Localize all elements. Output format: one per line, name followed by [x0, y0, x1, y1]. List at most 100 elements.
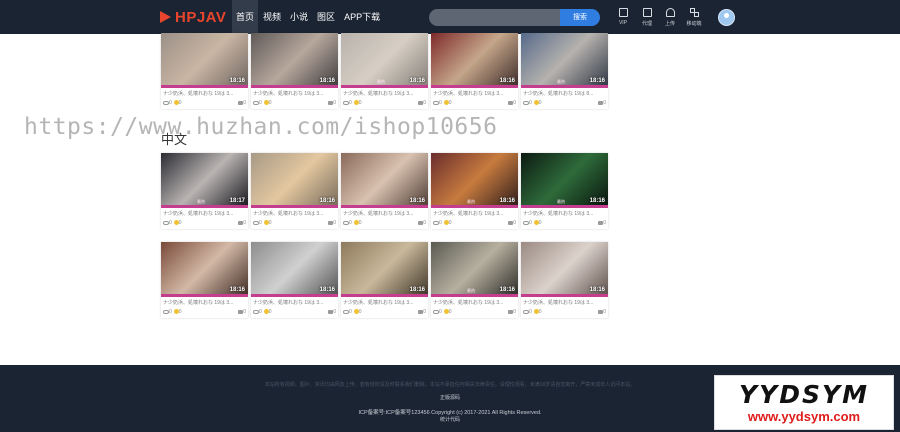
video-title[interactable]: ナ少奶浜、処壊れおな 19は 8...	[523, 90, 606, 97]
video-thumbnail[interactable]: 最热 18:17	[161, 153, 248, 208]
video-title[interactable]: ナ少奶浜、処壊れおな 19は 3...	[523, 299, 606, 306]
user-avatar[interactable]	[718, 9, 735, 26]
like-group[interactable]: 0	[598, 220, 606, 226]
video-card[interactable]: 最热 18:16 ナ少奶浜、処壊れおな 19は 8... 0 0 0	[521, 33, 608, 109]
coin-count: 0	[538, 220, 542, 226]
coin-count: 0	[178, 220, 182, 226]
like-count: 0	[243, 100, 246, 106]
coin-count: 0	[178, 309, 182, 315]
video-thumbnail[interactable]: 最热 18:16	[431, 153, 518, 208]
video-thumbnail[interactable]: 18:16	[161, 242, 248, 297]
video-card[interactable]: 18:16 ナ少奶浜、処壊れおな 19は 3... 0 0 0	[341, 242, 428, 318]
video-title[interactable]: ナ少奶浜、処壊れおな 19は 3...	[523, 210, 606, 217]
like-group[interactable]: 0	[238, 309, 246, 315]
video-card[interactable]: 18:16 ナ少奶浜、処壊れおな 19は 3... 0 0 0	[251, 33, 338, 109]
like-group[interactable]: 0	[328, 309, 336, 315]
video-card[interactable]: 18:16 ナ少奶浜、処壊れおな 19は 3... 0 0 0	[251, 242, 338, 318]
video-title[interactable]: ナ少奶浜、処壊れおな 19は 3...	[433, 299, 516, 306]
like-group[interactable]: 0	[598, 309, 606, 315]
video-meta: 000	[163, 220, 246, 227]
video-card[interactable]: 最热 18:16 ナ少奶浜、処壊れおな 19は 3... 0 0 0	[431, 153, 518, 229]
video-thumbnail[interactable]: 18:16	[341, 242, 428, 297]
video-duration: 18:16	[409, 78, 425, 84]
vip-button[interactable]: VIP	[612, 8, 634, 26]
like-group[interactable]: 0	[508, 220, 516, 226]
search-button[interactable]: 搜索	[560, 9, 600, 26]
video-title[interactable]: ナ少奶浜、処壊れおな 19は 3...	[343, 90, 426, 97]
video-title[interactable]: ナ少奶浜、処壊れおな 19は 3...	[343, 210, 426, 217]
video-thumbnail[interactable]: 18:16	[431, 33, 518, 88]
video-card[interactable]: 18:16 ナ少奶浜、処壊れおな 19は 3... 0 0 0	[521, 242, 608, 318]
mobile-button[interactable]: 移动端	[683, 8, 705, 27]
video-thumbnail[interactable]: 18:16	[251, 153, 338, 208]
like-group[interactable]: 0	[238, 100, 246, 106]
search-input[interactable]	[429, 9, 562, 26]
thumbnail-stripe	[251, 294, 338, 297]
hot-badge: 最热	[467, 199, 475, 204]
video-title[interactable]: ナ少奶浜、処壊れおな 19は 3...	[433, 210, 516, 217]
video-thumbnail[interactable]: 18:16	[341, 153, 428, 208]
video-title[interactable]: ナ少奶浜、処壊れおな 19は 3...	[433, 90, 516, 97]
video-thumbnail[interactable]: 最热 18:16	[341, 33, 428, 88]
video-thumbnail[interactable]: 最热 18:16	[431, 242, 518, 297]
view-count: 0	[169, 100, 172, 106]
agent-label: 代理	[641, 21, 652, 27]
video-duration: 18:16	[409, 198, 425, 204]
video-row: 最热 18:17 ナ少奶浜、処壊れおな 19は 3... 0 0 0 18:16 ナ少奶浜、処…	[161, 153, 608, 229]
nav-app-download[interactable]: APP下载	[340, 0, 384, 34]
like-group[interactable]: 0	[238, 220, 246, 226]
nav-novels[interactable]: 小说	[286, 0, 312, 34]
video-meta: 000	[343, 100, 426, 107]
video-card[interactable]: 最热 18:16 ナ少奶浜、処壊れおな 19は 3... 0 0 0	[521, 153, 608, 229]
video-meta: 000	[163, 100, 246, 107]
view-count: 0	[529, 100, 532, 106]
like-group[interactable]: 0	[328, 220, 336, 226]
like-group[interactable]: 0	[418, 100, 426, 106]
upload-button[interactable]: 上传	[659, 8, 681, 27]
video-title[interactable]: ナ少奶浜、処壊れおな 19は 3...	[163, 299, 246, 306]
view-count: 0	[259, 220, 262, 226]
view-count: 0	[349, 100, 352, 106]
like-group[interactable]: 0	[418, 220, 426, 226]
like-count: 0	[423, 100, 426, 106]
video-card[interactable]: 最热 18:16 ナ少奶浜、処壊れおな 19は 3... 0 0 0	[341, 33, 428, 109]
like-group[interactable]: 0	[328, 100, 336, 106]
video-title[interactable]: ナ少奶浜、処壊れおな 19は 3...	[163, 90, 246, 97]
video-thumbnail[interactable]: 18:16	[161, 33, 248, 88]
video-card[interactable]: 18:16 ナ少奶浜、処壊れおな 19は 3... 0 0 0	[431, 33, 518, 109]
video-thumbnail[interactable]: 18:16	[251, 33, 338, 88]
video-thumbnail[interactable]: 最热 18:16	[521, 153, 608, 208]
thumbnail-stripe	[521, 85, 608, 88]
video-duration: 18:17	[229, 198, 245, 204]
like-group[interactable]: 0	[508, 309, 516, 315]
video-card[interactable]: 18:16 ナ少奶浜、処壊れおな 19は 3... 0 0 0	[251, 153, 338, 229]
agent-button[interactable]: 代理	[636, 8, 658, 27]
video-title[interactable]: ナ少奶浜、処壊れおな 19は 3...	[253, 210, 336, 217]
video-thumbnail[interactable]: 18:16	[521, 242, 608, 297]
video-card[interactable]: 18:16 ナ少奶浜、処壊れおな 19は 3... 0 0 0	[161, 33, 248, 109]
like-count: 0	[333, 220, 336, 226]
like-group[interactable]: 0	[418, 309, 426, 315]
video-card[interactable]: 最热 18:17 ナ少奶浜、処壊れおな 19は 3... 0 0 0	[161, 153, 248, 229]
video-title[interactable]: ナ少奶浜、処壊れおな 19は 3...	[253, 90, 336, 97]
video-card[interactable]: 18:16 ナ少奶浜、処壊れおな 19は 3... 0 0 0	[161, 242, 248, 318]
like-group[interactable]: 0	[598, 100, 606, 106]
video-thumbnail[interactable]: 最热 18:16	[521, 33, 608, 88]
site-logo[interactable]: HPJAV	[160, 9, 226, 26]
like-count: 0	[513, 100, 516, 106]
video-card[interactable]: 18:16 ナ少奶浜、処壊れおな 19は 3... 0 0 0	[341, 153, 428, 229]
nav-videos[interactable]: 视频	[259, 0, 285, 34]
hot-badge: 最热	[197, 199, 205, 204]
like-group[interactable]: 0	[508, 100, 516, 106]
video-duration: 18:16	[499, 78, 515, 84]
video-title[interactable]: ナ少奶浜、処壊れおな 19は 3...	[253, 299, 336, 306]
like-count: 0	[513, 220, 516, 226]
video-thumbnail[interactable]: 18:16	[251, 242, 338, 297]
video-card[interactable]: 最热 18:16 ナ少奶浜、処壊れおな 19は 3... 0 0 0	[431, 242, 518, 318]
nav-home[interactable]: 首页	[232, 0, 259, 34]
video-title[interactable]: ナ少奶浜、処壊れおな 19は 3...	[163, 210, 246, 217]
video-title[interactable]: ナ少奶浜、処壊れおな 19は 3...	[343, 299, 426, 306]
thumbnail-stripe	[161, 85, 248, 88]
coin-count: 0	[178, 100, 182, 106]
nav-gallery[interactable]: 图区	[313, 0, 339, 34]
